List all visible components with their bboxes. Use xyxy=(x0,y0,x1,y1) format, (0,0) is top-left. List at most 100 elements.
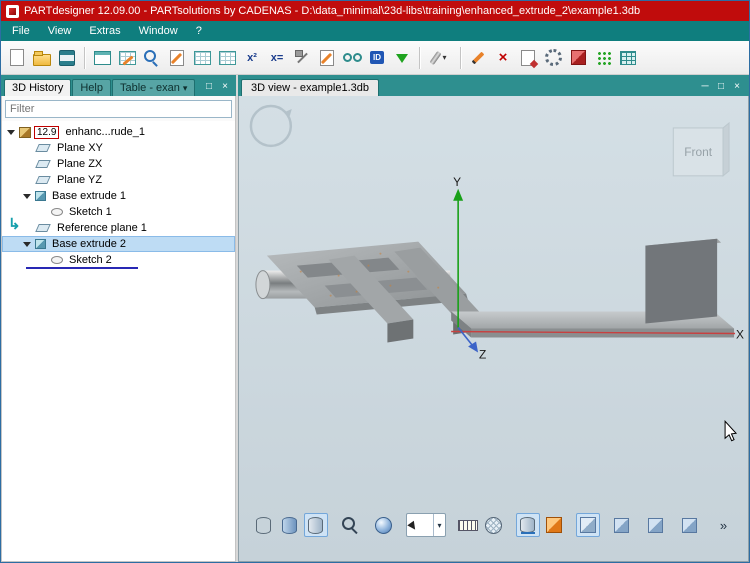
tab-table[interactable]: Table - exan xyxy=(112,79,195,96)
tree-node-icon xyxy=(35,224,51,232)
overflow-button[interactable]: » xyxy=(712,513,736,537)
view-cylinder-wireframe-button[interactable] xyxy=(252,513,276,537)
menu-bar: FileViewExtrasWindow? xyxy=(1,21,749,41)
left-panel-close-button[interactable]: × xyxy=(219,82,231,92)
tree-sketch-2[interactable]: Sketch 2 xyxy=(2,252,235,268)
tree-plane-zx[interactable]: Plane ZX xyxy=(2,156,235,172)
left-panel-float-button[interactable]: □ xyxy=(203,82,215,92)
zoom-button[interactable] xyxy=(338,513,362,537)
table-view-button[interactable] xyxy=(190,45,214,71)
iso-view-3-button[interactable] xyxy=(678,513,702,537)
expand-arrow-icon[interactable] xyxy=(22,238,32,250)
tree-node-icon xyxy=(19,127,31,138)
cube-view-button[interactable] xyxy=(576,513,600,537)
title-bar[interactable]: PARTdesigner 12.09.00 - PARTsolutions by… xyxy=(1,1,749,21)
partdesigner-window: PARTdesigner 12.09.00 - PARTsolutions by… xyxy=(0,0,750,563)
mesh-view-button[interactable] xyxy=(482,513,506,537)
tree-plane-xy[interactable]: Plane XY xyxy=(2,140,235,156)
tools-button[interactable] xyxy=(290,45,314,71)
fastener-dropdown-button[interactable]: ▾ xyxy=(425,45,455,71)
rotate-widget-icon[interactable] xyxy=(251,106,292,146)
filter-input[interactable] xyxy=(5,100,232,118)
tree-node-icon xyxy=(35,160,51,168)
tree-node-icon xyxy=(35,176,51,184)
right-panel-tabbar: 3D view - example1.3db ─ □ × xyxy=(238,75,749,96)
tree-node-icon xyxy=(51,208,63,216)
tree-node-label: Reference plane 1 xyxy=(54,222,150,234)
view-cylinder-solid-button[interactable] xyxy=(304,513,328,537)
iso-view-1-button[interactable] xyxy=(610,513,634,537)
save-file-button[interactable] xyxy=(55,45,79,71)
assembly-gear-button[interactable] xyxy=(541,45,565,71)
tree-node-label: Base extrude 2 xyxy=(49,238,129,250)
expand-arrow-icon[interactable] xyxy=(6,126,16,138)
table-view-2-button[interactable] xyxy=(215,45,239,71)
tree-node-label: Plane YZ xyxy=(54,174,105,186)
tree-plane-yz[interactable]: Plane YZ xyxy=(2,172,235,188)
measure-ruler-button[interactable] xyxy=(456,513,480,537)
link-view-button[interactable] xyxy=(340,45,364,71)
3d-viewport[interactable]: Front xyxy=(238,96,749,562)
tree-base-extrude-1[interactable]: Base extrude 1 xyxy=(2,188,235,204)
toolbar-separator xyxy=(419,47,420,69)
tree-sketch-1[interactable]: Sketch 1 xyxy=(2,204,235,220)
accept-dropdown-button[interactable] xyxy=(390,45,414,71)
tree-node-label: Base extrude 1 xyxy=(49,190,129,202)
menu-help[interactable]: ? xyxy=(187,23,211,39)
tab-help[interactable]: Help xyxy=(72,79,111,96)
view-cube[interactable]: Front xyxy=(673,123,729,176)
tab-3d-history[interactable]: 3D History xyxy=(4,79,71,96)
menu-file[interactable]: File xyxy=(3,23,39,39)
history-tree: 12.9 enhanc...rude_1 Plane XY xyxy=(2,121,235,561)
model-right-wall xyxy=(645,239,717,324)
right-panel-minimize-button[interactable]: ─ xyxy=(699,82,711,92)
toolbar-separator xyxy=(84,47,85,69)
3d-scene[interactable]: Front xyxy=(239,96,748,561)
menu-window[interactable]: Window xyxy=(130,23,187,39)
tree-node-label: Plane ZX xyxy=(54,158,105,170)
tree-reference-plane-1[interactable]: Reference plane 1 xyxy=(2,220,235,236)
right-panel-close-button[interactable]: × xyxy=(731,82,743,92)
tree-base-extrude-2[interactable]: Base extrude 2 xyxy=(2,236,235,252)
part-cube-button[interactable] xyxy=(566,45,590,71)
export-sheet-button[interactable] xyxy=(516,45,540,71)
expand-arrow-icon[interactable] xyxy=(22,190,32,202)
annotation-arrow-icon xyxy=(8,217,21,232)
formula-x2-button[interactable]: x² xyxy=(240,45,264,71)
z-axis-label: Z xyxy=(479,347,486,361)
cylinder-dimension-button[interactable] xyxy=(516,513,540,537)
tab-3d-view[interactable]: 3D view - example1.3db xyxy=(241,79,379,96)
preview-search-button[interactable] xyxy=(140,45,164,71)
history-panel: 3D HistoryHelpTable - exan □ × xyxy=(1,75,238,562)
delete-button[interactable]: × xyxy=(491,45,515,71)
cube-orange-button[interactable] xyxy=(542,513,566,537)
document-edit-button[interactable] xyxy=(315,45,339,71)
sheet-edit-button[interactable] xyxy=(165,45,189,71)
grid-points-button[interactable] xyxy=(591,45,615,71)
view-cylinder-shaded-button[interactable] xyxy=(278,513,302,537)
dimension-id-button[interactable]: ID xyxy=(365,45,389,71)
mouse-cursor xyxy=(725,421,736,440)
x-axis-label: X xyxy=(736,327,744,341)
tree-node-icon xyxy=(35,191,46,201)
open-file-button[interactable] xyxy=(30,45,54,71)
annotation-underline xyxy=(26,267,138,269)
tree-node-icon xyxy=(35,144,51,152)
grid-table-button[interactable] xyxy=(616,45,640,71)
3d-model[interactable] xyxy=(256,239,734,343)
filter-row xyxy=(2,96,235,121)
app-icon xyxy=(6,5,19,18)
tree-root-part[interactable]: 12.9 enhanc...rude_1 xyxy=(2,124,235,140)
iso-view-2-button[interactable] xyxy=(644,513,668,537)
rotate-view-button[interactable] xyxy=(372,513,396,537)
edit-pencil-button[interactable] xyxy=(466,45,490,71)
new-file-button[interactable] xyxy=(5,45,29,71)
menu-view[interactable]: View xyxy=(39,23,81,39)
view-cube-label: Front xyxy=(684,145,713,159)
right-panel-float-button[interactable]: □ xyxy=(715,82,727,92)
table-window-button[interactable] xyxy=(90,45,114,71)
value-range-edit-button[interactable] xyxy=(115,45,139,71)
menu-extras[interactable]: Extras xyxy=(80,23,129,39)
formula-assign-button[interactable]: x= xyxy=(265,45,289,71)
selection-mode-combo[interactable]: ▾ xyxy=(406,513,446,537)
